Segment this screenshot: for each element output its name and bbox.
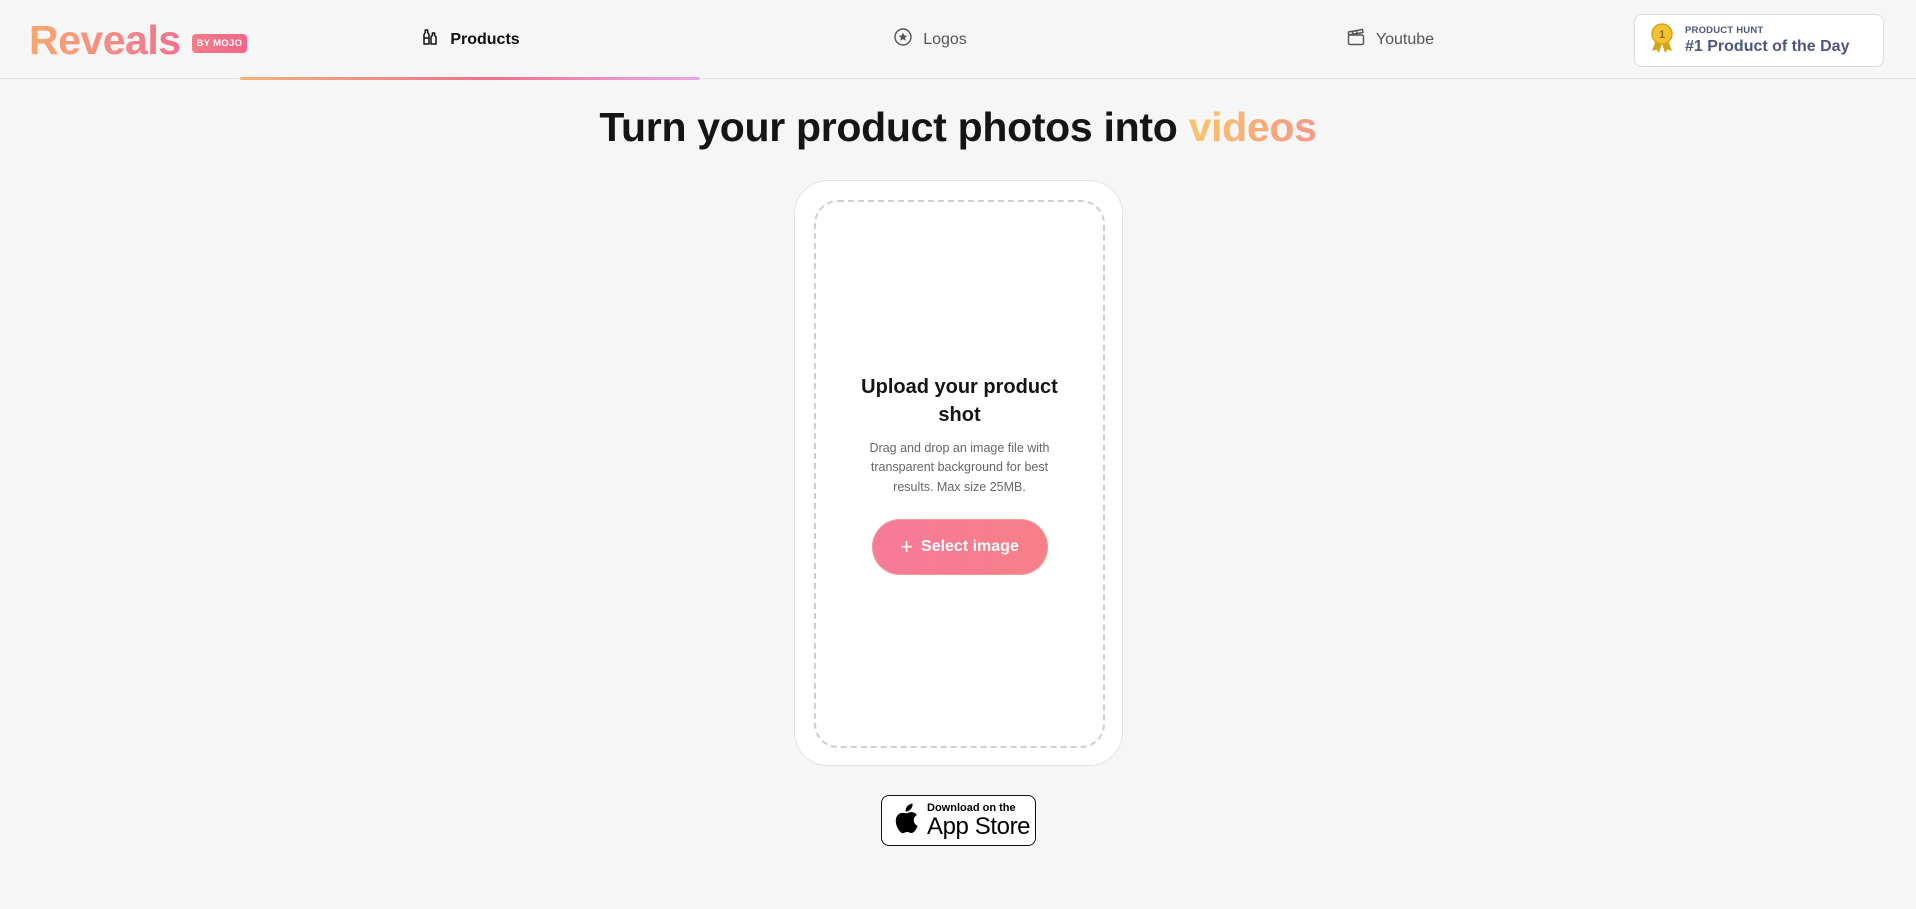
tab-products[interactable]: Products	[240, 0, 700, 80]
app-store-button[interactable]: Download on the App Store	[881, 795, 1036, 846]
bottles-icon	[420, 27, 440, 52]
apple-icon	[893, 802, 920, 839]
brand-logo[interactable]: Reveals BY MOJO	[29, 16, 248, 64]
svg-text:1: 1	[1659, 29, 1665, 41]
tab-bar: Products Logos Youtube	[240, 0, 1620, 80]
brand-name: Reveals	[29, 17, 181, 63]
active-tab-indicator	[240, 77, 700, 80]
plus-icon: +	[900, 534, 914, 560]
star-circle-icon	[893, 27, 913, 52]
upload-card: Upload your product shot Drag and drop a…	[794, 180, 1123, 766]
select-image-button[interactable]: + Select image	[871, 519, 1048, 576]
tab-label: Logos	[923, 30, 967, 48]
product-hunt-text: PRODUCT HUNT #1 Product of the Day	[1685, 25, 1849, 56]
tab-label: Products	[450, 30, 520, 48]
product-hunt-award: #1 Product of the Day	[1685, 38, 1850, 55]
brand-badge: BY MOJO	[191, 33, 248, 53]
clapperboard-icon	[1346, 27, 1366, 52]
headline-main: Turn your product photos into	[599, 104, 1189, 150]
tab-youtube[interactable]: Youtube	[1160, 0, 1620, 79]
headline-accent: videos	[1188, 104, 1317, 150]
select-image-label: Select image	[921, 538, 1019, 556]
product-hunt-badge[interactable]: 1 PRODUCT HUNT #1 Product of the Day	[1634, 14, 1884, 67]
product-hunt-label: PRODUCT HUNT	[1685, 25, 1764, 36]
app-store-text: Download on the App Store	[927, 802, 1031, 840]
upload-description: Drag and drop an image file with transpa…	[869, 440, 1050, 494]
top-navigation: Reveals BY MOJO Products Logos Youtube 1…	[0, 0, 1916, 80]
image-dropzone[interactable]: Upload your product shot Drag and drop a…	[814, 200, 1105, 748]
upload-title: Upload your product shot	[861, 375, 1058, 426]
tab-logos[interactable]: Logos	[700, 0, 1160, 79]
medal-icon: 1	[1649, 22, 1675, 59]
app-store-big-text: App Store	[927, 813, 1031, 840]
page-title: Turn your product photos into videos	[0, 104, 1916, 151]
tab-label: Youtube	[1375, 30, 1435, 48]
